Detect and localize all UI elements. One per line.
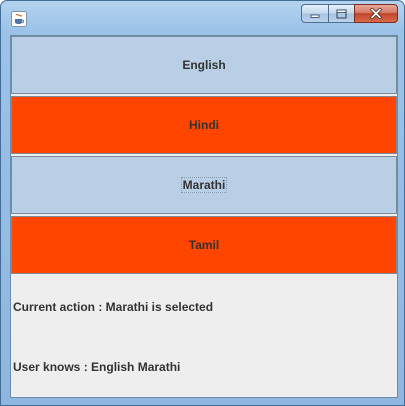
english-button-label: English — [182, 58, 226, 72]
hindi-button[interactable]: Hindi — [11, 96, 397, 154]
maximize-icon — [336, 9, 347, 18]
window-controls — [301, 4, 398, 24]
minimize-button[interactable] — [301, 4, 328, 23]
app-window: English Hindi Marathi Tamil Current acti… — [0, 0, 405, 406]
title-bar[interactable] — [1, 1, 404, 31]
marathi-button-label: Marathi — [180, 177, 228, 193]
current-action-label: Current action : Marathi is selected — [13, 300, 214, 314]
close-icon — [370, 8, 382, 19]
user-knows-label: User knows : English Marathi — [13, 360, 181, 374]
maximize-button[interactable] — [328, 4, 354, 23]
minimize-icon — [310, 14, 320, 18]
english-button[interactable]: English — [11, 36, 397, 94]
tamil-button[interactable]: Tamil — [11, 216, 397, 274]
close-button[interactable] — [354, 4, 398, 23]
java-coffee-cup-icon[interactable] — [11, 11, 27, 27]
content-panel: English Hindi Marathi Tamil Current acti… — [10, 35, 398, 398]
hindi-button-label: Hindi — [189, 118, 219, 132]
tamil-button-label: Tamil — [188, 238, 220, 252]
marathi-button[interactable]: Marathi — [11, 156, 397, 214]
